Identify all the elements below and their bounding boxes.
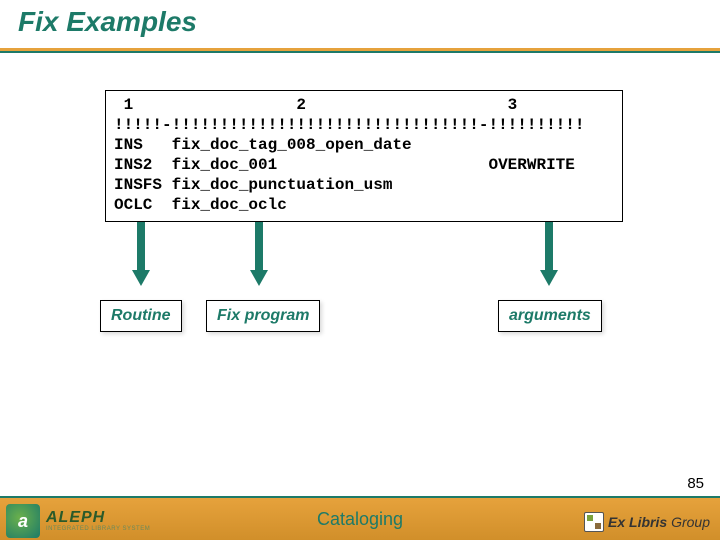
label-arguments: arguments [498,300,602,332]
code-ruler-row: !!!!!-!!!!!!!!!!!!!!!!!!!!!!!!!!!!!!!!-!… [114,116,584,134]
code-example-box: 1 2 3 !!!!!-!!!!!!!!!!!!!!!!!!!!!!!!!!!!… [105,90,623,222]
footer-bar: a ALEPH INTEGRATED LIBRARY SYSTEM Catalo… [0,496,720,540]
arrows-layer [0,222,720,312]
arrow-down-icon [542,222,556,286]
code-content: 1 2 3 !!!!!-!!!!!!!!!!!!!!!!!!!!!!!!!!!!… [114,95,614,215]
slide: Fix Examples 1 2 3 !!!!!-!!!!!!!!!!!!!!!… [0,0,720,540]
slide-number: 85 [687,475,704,492]
label-fix-program: Fix program [206,300,320,332]
code-row: OCLC fix_doc_oclc [114,196,287,214]
slide-title: Fix Examples [18,6,197,38]
code-row: INS2 fix_doc_001 OVERWRITE [114,156,575,174]
title-rule-green [0,51,720,53]
exlibris-icon [584,512,604,532]
code-row: INS fix_doc_tag_008_open_date [114,136,412,154]
arrow-down-icon [134,222,148,286]
exlibris-suffix: Group [667,514,710,530]
label-routine: Routine [100,300,182,332]
arrow-down-icon [252,222,266,286]
code-row: INSFS fix_doc_punctuation_usm [114,176,392,194]
code-header-row: 1 2 3 [114,96,517,114]
exlibris-logo: Ex Libris Group [584,512,710,532]
exlibris-name: Ex Libris [608,514,667,530]
